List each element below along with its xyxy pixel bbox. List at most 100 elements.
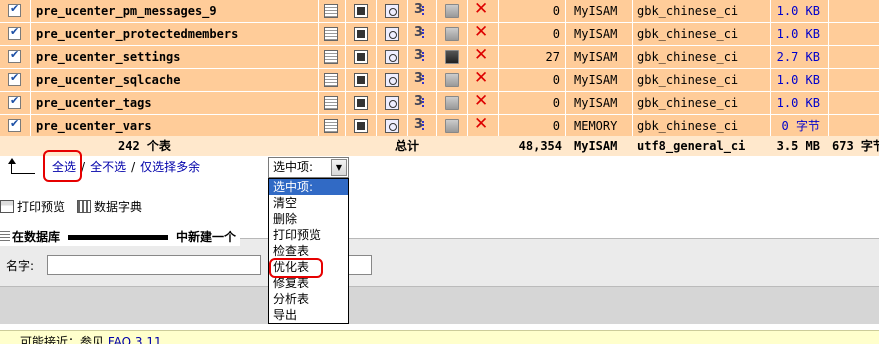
dropdown-option[interactable]: 选中项: <box>269 179 348 195</box>
column-divider <box>565 46 566 69</box>
column-divider <box>376 46 377 69</box>
engine-type: MyISAM <box>574 50 618 64</box>
drop-icon[interactable]: ✕ <box>474 116 488 133</box>
search-icon[interactable] <box>385 119 399 133</box>
search-icon[interactable] <box>385 4 399 18</box>
uncheck-all-link[interactable]: 全不选 <box>90 160 126 174</box>
faq-link[interactable]: FAQ 3.11 <box>108 335 162 344</box>
empty-icon[interactable] <box>445 96 459 110</box>
engine-type: MyISAM <box>574 27 618 41</box>
structure-icon[interactable] <box>354 4 368 18</box>
column-divider <box>436 92 437 115</box>
structure-icon[interactable] <box>354 50 368 64</box>
table-name[interactable]: pre_ucenter_vars <box>36 115 152 137</box>
drop-icon[interactable]: ✕ <box>474 70 488 87</box>
browse-icon[interactable] <box>324 119 338 133</box>
table-name-input[interactable] <box>47 255 261 275</box>
column-divider <box>828 23 829 46</box>
browse-icon[interactable] <box>324 4 338 18</box>
column-divider <box>436 115 437 138</box>
column-divider <box>498 0 499 23</box>
drop-icon[interactable]: ✕ <box>474 93 488 110</box>
drop-icon[interactable]: ✕ <box>474 1 488 18</box>
record-count: 0 <box>552 119 560 133</box>
check-arrow-icon <box>8 156 38 176</box>
column-divider <box>30 23 31 46</box>
collation: gbk_chinese_ci <box>637 50 739 64</box>
table-row: pre_ucenter_vars ✕ 0 MEMORY gbk_chinese_ci 0 … <box>0 115 879 138</box>
column-divider <box>376 69 377 92</box>
insert-icon[interactable] <box>414 48 428 64</box>
field-count-input[interactable] <box>349 255 372 275</box>
table-size[interactable]: 1.0 KB <box>772 23 820 45</box>
total-size: 3.5 MB <box>776 139 820 153</box>
column-divider <box>318 92 319 115</box>
total-overhead: 673 字节 <box>832 139 879 153</box>
dropdown-option[interactable]: 打印预览 <box>269 227 348 243</box>
column-divider <box>467 69 468 92</box>
insert-icon[interactable] <box>414 117 428 133</box>
empty-icon[interactable] <box>445 27 459 41</box>
dropdown-option[interactable]: 分析表 <box>269 291 348 307</box>
table-size[interactable]: 2.7 KB <box>772 46 820 68</box>
structure-icon[interactable] <box>354 27 368 41</box>
empty-icon[interactable] <box>445 4 459 18</box>
insert-icon[interactable] <box>414 25 428 41</box>
dropdown-option[interactable]: 导出 <box>269 307 348 323</box>
dropdown-options: 选中项: 清空 删除 打印预览 检查表 优化表 修复表 分析表 导出 <box>268 178 349 324</box>
structure-icon[interactable] <box>354 96 368 110</box>
row-checkbox[interactable] <box>8 94 21 109</box>
dropdown-option[interactable]: 检查表 <box>269 243 348 259</box>
browse-icon[interactable] <box>324 50 338 64</box>
structure-icon[interactable] <box>354 119 368 133</box>
dropdown-option[interactable]: 删除 <box>269 211 348 227</box>
drop-icon[interactable]: ✕ <box>474 24 488 41</box>
search-icon[interactable] <box>385 96 399 110</box>
table-name[interactable]: pre_ucenter_pm_messages_9 <box>36 0 217 22</box>
browse-icon[interactable] <box>324 96 338 110</box>
with-selected-dropdown[interactable]: 选中项: ▼ <box>268 157 349 178</box>
insert-icon[interactable] <box>414 94 428 110</box>
table-name[interactable]: pre_ucenter_sqlcache <box>36 69 181 91</box>
empty-icon[interactable] <box>445 119 459 133</box>
empty-icon[interactable] <box>445 50 459 64</box>
dropdown-option[interactable]: 清空 <box>269 195 348 211</box>
column-divider <box>770 92 771 115</box>
search-icon[interactable] <box>385 27 399 41</box>
table-size[interactable]: 1.0 KB <box>772 0 820 22</box>
browse-icon[interactable] <box>324 27 338 41</box>
create-table-legend: 在数据库 中新建一个 <box>0 228 241 246</box>
table-name[interactable]: pre_ucenter_tags <box>36 92 152 114</box>
column-divider <box>565 92 566 115</box>
insert-icon[interactable] <box>414 71 428 87</box>
column-divider <box>632 115 633 138</box>
empty-icon[interactable] <box>445 73 459 87</box>
drop-icon[interactable]: ✕ <box>474 47 488 64</box>
row-checkbox[interactable] <box>8 25 21 40</box>
column-divider <box>30 115 31 138</box>
column-divider <box>632 0 633 23</box>
data-dict-link[interactable]: 数据字典 <box>94 200 142 214</box>
row-checkbox[interactable] <box>8 117 21 132</box>
column-divider <box>407 46 408 69</box>
column-divider <box>498 23 499 46</box>
column-divider <box>632 46 633 69</box>
row-checkbox[interactable] <box>8 71 21 86</box>
check-overhead-link[interactable]: 仅选择多余 <box>140 160 200 174</box>
table-name[interactable]: pre_ucenter_settings <box>36 46 181 68</box>
chevron-down-icon[interactable]: ▼ <box>331 159 347 176</box>
table-size[interactable]: 0 字节 <box>772 115 820 137</box>
column-divider <box>632 92 633 115</box>
browse-icon[interactable] <box>324 73 338 87</box>
search-icon[interactable] <box>385 50 399 64</box>
table-name[interactable]: pre_ucenter_protectedmembers <box>36 23 238 45</box>
structure-icon[interactable] <box>354 73 368 87</box>
insert-icon[interactable] <box>414 2 428 18</box>
print-view-link[interactable]: 打印预览 <box>17 200 65 214</box>
table-size[interactable]: 1.0 KB <box>772 92 820 114</box>
search-icon[interactable] <box>385 73 399 87</box>
row-checkbox[interactable] <box>8 2 21 17</box>
record-count: 0 <box>552 27 560 41</box>
row-checkbox[interactable] <box>8 48 21 63</box>
table-size[interactable]: 1.0 KB <box>772 69 820 91</box>
